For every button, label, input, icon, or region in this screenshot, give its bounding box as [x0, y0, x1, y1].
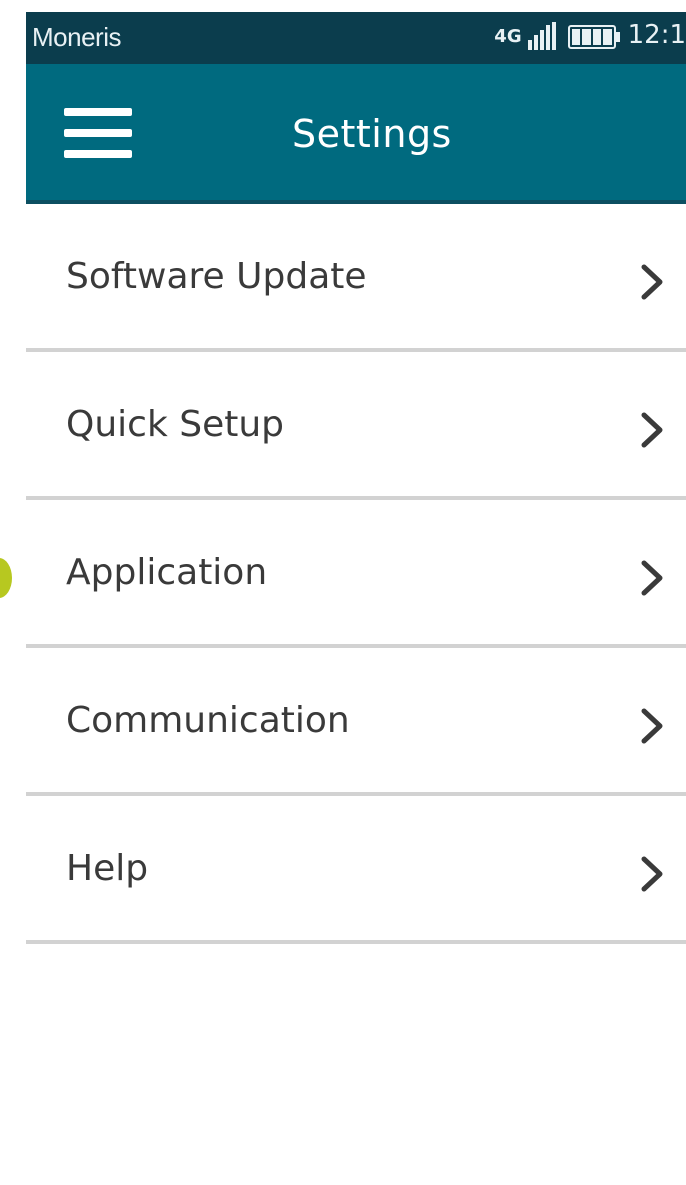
selection-indicator-dot [0, 558, 12, 598]
app-bar: Settings [26, 64, 686, 204]
page-title: Settings [292, 112, 452, 156]
chevron-right-icon [641, 708, 663, 744]
settings-item-label: Software Update [66, 256, 367, 297]
status-indicators: 4G 12:1 [494, 20, 686, 50]
status-time: 12:1 [627, 20, 686, 50]
device-screen: Moneris 4G 12:1 Settings Software Update… [26, 12, 686, 1185]
settings-item-label: Communication [66, 700, 350, 741]
settings-item-communication[interactable]: Communication [26, 648, 686, 796]
signal-bars-icon [527, 22, 556, 50]
status-bar: Moneris 4G 12:1 [26, 12, 686, 64]
chevron-right-icon [641, 560, 663, 596]
battery-full-icon [567, 25, 620, 49]
network-type: 4G [494, 26, 522, 47]
settings-item-label: Quick Setup [66, 404, 285, 445]
chevron-right-icon [641, 856, 663, 892]
settings-item-quick-setup[interactable]: Quick Setup [26, 352, 686, 500]
settings-item-software-update[interactable]: Software Update [26, 204, 686, 352]
carrier-name: Moneris [32, 22, 121, 52]
settings-list: Software Update Quick Setup Application … [26, 204, 686, 944]
settings-item-application[interactable]: Application [26, 500, 686, 648]
settings-item-label: Application [66, 552, 268, 593]
settings-item-help[interactable]: Help [26, 796, 686, 944]
list-divider [26, 940, 686, 944]
hamburger-menu-icon[interactable] [64, 108, 132, 158]
chevron-right-icon [641, 412, 663, 448]
chevron-right-icon [641, 264, 663, 300]
settings-item-label: Help [66, 848, 149, 889]
